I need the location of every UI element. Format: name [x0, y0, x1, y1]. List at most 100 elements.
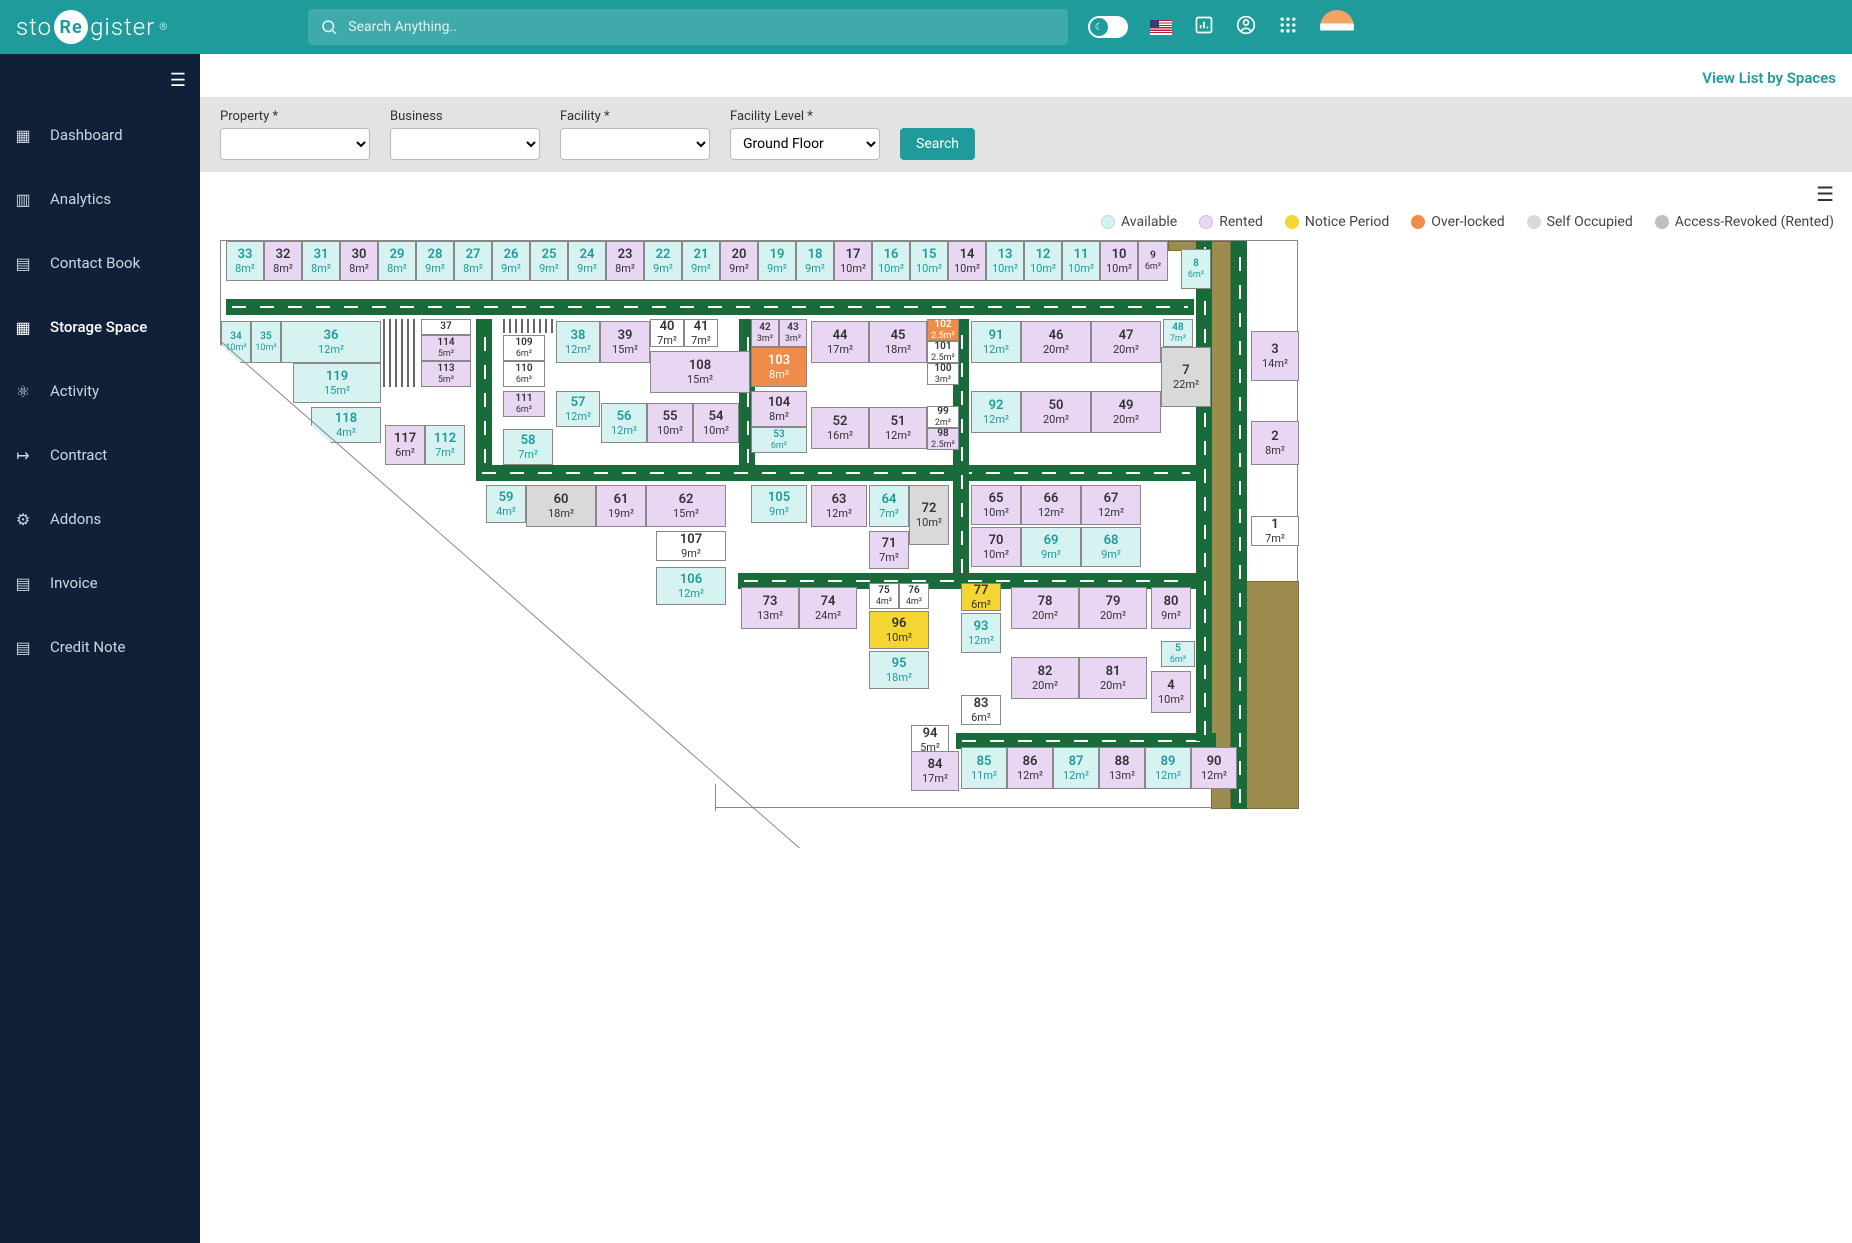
sidebar-item-invoice[interactable]: ▤Invoice	[0, 551, 200, 615]
unit-53[interactable]: 536m²	[751, 427, 807, 453]
unit-46[interactable]: 4620m²	[1021, 321, 1091, 363]
facility-select[interactable]	[560, 128, 710, 160]
flag-icon[interactable]	[1150, 20, 1172, 35]
unit-107[interactable]: 1079m²	[656, 531, 726, 561]
unit-110[interactable]: 1106m²	[503, 361, 545, 387]
unit-26[interactable]: 269m²	[492, 241, 530, 281]
unit-106[interactable]: 10612m²	[656, 567, 726, 605]
unit-17[interactable]: 1710m²	[834, 241, 872, 281]
unit-47[interactable]: 4720m²	[1091, 321, 1161, 363]
unit-89[interactable]: 8912m²	[1145, 747, 1191, 789]
unit-59[interactable]: 594m²	[486, 485, 526, 523]
view-list-link[interactable]: View List by Spaces	[1702, 69, 1836, 87]
unit-98[interactable]: 982.5m²	[927, 428, 959, 450]
unit-34[interactable]: 3410m²	[221, 321, 251, 363]
unit-43[interactable]: 433m²	[779, 319, 807, 347]
unit-29[interactable]: 298m²	[378, 241, 416, 281]
unit-73[interactable]: 7313m²	[741, 587, 799, 629]
unit-79[interactable]: 7920m²	[1079, 587, 1147, 629]
unit-66[interactable]: 6612m²	[1021, 485, 1081, 525]
user-icon[interactable]	[1236, 15, 1256, 39]
unit-90[interactable]: 9012m²	[1191, 747, 1237, 789]
theme-toggle[interactable]: ☾	[1088, 16, 1128, 38]
unit-48[interactable]: 487m²	[1163, 319, 1193, 347]
unit-71[interactable]: 717m²	[869, 531, 909, 569]
unit-57[interactable]: 5712m²	[556, 391, 600, 427]
property-select[interactable]	[220, 128, 370, 160]
avatar[interactable]	[1320, 10, 1354, 44]
apps-icon[interactable]	[1278, 15, 1298, 39]
map-menu-icon[interactable]: ☰	[1816, 182, 1834, 206]
unit-67[interactable]: 6712m²	[1081, 485, 1141, 525]
unit-91[interactable]: 9112m²	[971, 321, 1021, 363]
unit-50[interactable]: 5020m²	[1021, 391, 1091, 433]
unit-83[interactable]: 836m²	[961, 695, 1001, 725]
unit-70[interactable]: 7010m²	[971, 527, 1021, 567]
unit-60[interactable]: 6018m²	[526, 485, 596, 527]
unit-105[interactable]: 1059m²	[751, 485, 807, 523]
unit-100[interactable]: 1003m²	[927, 363, 959, 385]
unit-87[interactable]: 8712m²	[1053, 747, 1099, 789]
unit-88[interactable]: 8813m²	[1099, 747, 1145, 789]
unit-33[interactable]: 338m²	[226, 241, 264, 281]
sidebar-item-credit-note[interactable]: ▤Credit Note	[0, 615, 200, 679]
unit-15[interactable]: 1510m²	[910, 241, 948, 281]
unit-14[interactable]: 1410m²	[948, 241, 986, 281]
unit-74[interactable]: 7424m²	[799, 587, 857, 629]
unit-54[interactable]: 5410m²	[693, 403, 739, 443]
unit-9[interactable]: 96m²	[1138, 241, 1168, 281]
unit-112[interactable]: 1127m²	[425, 425, 465, 465]
unit-32[interactable]: 328m²	[264, 241, 302, 281]
unit-62[interactable]: 6215m²	[646, 485, 726, 527]
unit-109[interactable]: 1096m²	[503, 335, 545, 361]
search-input[interactable]	[308, 9, 1068, 45]
unit-44[interactable]: 4417m²	[811, 321, 869, 363]
unit-118[interactable]: 1184m²	[311, 407, 381, 443]
unit-75[interactable]: 754m²	[869, 583, 899, 609]
unit-13[interactable]: 1310m²	[986, 241, 1024, 281]
unit-20[interactable]: 209m²	[720, 241, 758, 281]
unit-102[interactable]: 1022.5m²	[927, 319, 959, 341]
unit-51[interactable]: 5112m²	[869, 407, 927, 449]
sidebar-toggle-icon[interactable]: ☰	[170, 70, 186, 91]
sidebar-item-addons[interactable]: ⚙Addons	[0, 487, 200, 551]
search-button[interactable]: Search	[900, 128, 975, 160]
unit-11[interactable]: 1110m²	[1062, 241, 1100, 281]
unit-77[interactable]: 776m²	[961, 583, 1001, 611]
unit-108[interactable]: 10815m²	[650, 351, 750, 393]
unit-85[interactable]: 8511m²	[961, 747, 1007, 789]
unit-64[interactable]: 647m²	[869, 485, 909, 527]
unit-81[interactable]: 8120m²	[1079, 657, 1147, 699]
sidebar-item-contract[interactable]: ↦Contract	[0, 423, 200, 487]
unit-78[interactable]: 7820m²	[1011, 587, 1079, 629]
unit-24[interactable]: 249m²	[568, 241, 606, 281]
unit-39[interactable]: 3915m²	[600, 321, 650, 363]
unit-45[interactable]: 4518m²	[869, 321, 927, 363]
unit-52[interactable]: 5216m²	[811, 407, 869, 449]
unit-103[interactable]: 1038m²	[751, 347, 807, 387]
unit-61[interactable]: 6119m²	[596, 485, 646, 527]
unit-5[interactable]: 56m²	[1161, 641, 1195, 667]
unit-68[interactable]: 689m²	[1081, 527, 1141, 567]
unit-28[interactable]: 289m²	[416, 241, 454, 281]
unit-4[interactable]: 410m²	[1151, 671, 1191, 713]
unit-104[interactable]: 1048m²	[751, 391, 807, 427]
unit-30[interactable]: 308m²	[340, 241, 378, 281]
unit-3[interactable]: 314m²	[1251, 331, 1299, 381]
sidebar-item-activity[interactable]: ⚛Activity	[0, 359, 200, 423]
unit-35[interactable]: 3510m²	[251, 321, 281, 363]
unit-96[interactable]: 9610m²	[869, 611, 929, 649]
unit-18[interactable]: 189m²	[796, 241, 834, 281]
unit-23[interactable]: 238m²	[606, 241, 644, 281]
unit-114[interactable]: 1145m²	[421, 335, 471, 361]
sidebar-item-analytics[interactable]: ▥Analytics	[0, 167, 200, 231]
unit-99[interactable]: 992m²	[927, 406, 959, 428]
unit-69[interactable]: 699m²	[1021, 527, 1081, 567]
chart-icon[interactable]	[1194, 15, 1214, 39]
unit-41[interactable]: 417m²	[684, 319, 718, 347]
unit-31[interactable]: 318m²	[302, 241, 340, 281]
unit-63[interactable]: 6312m²	[811, 485, 867, 527]
unit-27[interactable]: 278m²	[454, 241, 492, 281]
unit-113[interactable]: 1135m²	[421, 361, 471, 387]
unit-2[interactable]: 28m²	[1251, 421, 1299, 465]
